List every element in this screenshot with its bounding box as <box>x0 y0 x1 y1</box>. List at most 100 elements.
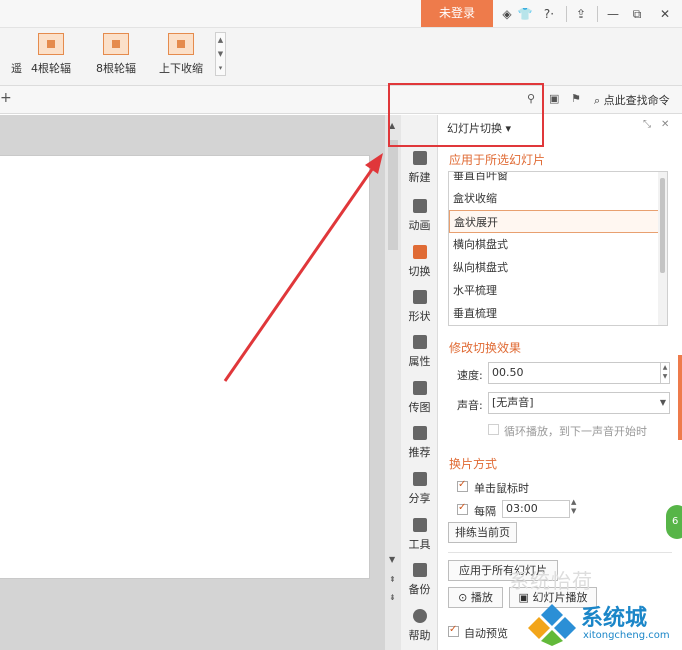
tab-help[interactable]: 帮助 <box>401 609 438 643</box>
flag-icon[interactable]: ⚑ <box>571 92 581 105</box>
tab-label: 分享 <box>408 492 431 505</box>
tab-label: 传图 <box>408 401 431 414</box>
green-badge[interactable]: 6 <box>666 505 682 539</box>
speed-label: 速度: <box>457 369 483 382</box>
tab-label: 切换 <box>408 265 431 278</box>
share-icon <box>412 472 427 486</box>
skin-icon[interactable]: ◈ <box>500 5 514 23</box>
shirt-icon[interactable]: 👕 <box>516 5 534 23</box>
list-item[interactable]: 水平梳理 <box>449 279 667 302</box>
tab-recommend[interactable]: 推荐 <box>401 426 438 460</box>
effect-4-spokes[interactable]: 4根轮辐 <box>20 33 82 76</box>
list-scroll-thumb[interactable] <box>660 178 665 273</box>
ribbon: 遥 4根轮辐 8根轮辐 上下收缩 ▲ ▼ ▾ <box>0 28 682 86</box>
search-icon: ⌕ <box>594 94 601 107</box>
on-click-checkbox[interactable] <box>457 479 468 492</box>
logo-icon <box>528 604 576 646</box>
list-item[interactable]: 纵向棋盘式 <box>449 256 667 279</box>
close-icon[interactable]: ✕ <box>658 5 672 23</box>
search-command[interactable]: ⌕ 点此查找命令 <box>594 92 670 108</box>
effect-label: 上下收缩 <box>159 62 203 75</box>
tab-new[interactable]: 新建 <box>401 151 438 185</box>
list-item[interactable]: 垂直梳理 <box>449 302 667 325</box>
every-checkbox[interactable] <box>457 502 468 515</box>
tab-label: 备份 <box>408 583 431 596</box>
scroll-down-icon[interactable]: ▼ <box>389 555 395 564</box>
close-icon[interactable]: ✕ <box>661 119 669 130</box>
logo-text: 系统城 <box>581 606 648 631</box>
tab-backup[interactable]: 备份 <box>401 563 438 597</box>
autopreview-checkbox[interactable] <box>448 624 459 637</box>
ribbon-scroll[interactable]: ▲ ▼ ▾ <box>215 32 226 76</box>
add-icon[interactable]: + <box>0 90 12 106</box>
animation-icon <box>412 199 427 213</box>
tab-label: 属性 <box>408 355 431 368</box>
sound-label: 声音: <box>457 399 483 412</box>
spokes-icon <box>38 33 64 55</box>
autopreview-label: 自动预览 <box>464 627 508 640</box>
collapse-icon[interactable]: ⤡ <box>643 119 651 130</box>
upload-image-icon <box>412 381 427 395</box>
list-item[interactable]: 横向棋盘式 <box>449 233 667 256</box>
tab-transition[interactable]: 切换 <box>401 245 438 279</box>
minimize-icon[interactable]: — <box>606 5 620 23</box>
rehearse-button[interactable]: 排练当前页 <box>448 522 517 543</box>
speed-spinner[interactable]: ▲ ▼ <box>660 363 669 383</box>
restore-icon[interactable]: ⧉ <box>630 5 644 23</box>
transition-list[interactable]: 垂直百叶窗 盒状收缩 盒状展开 横向棋盘式 纵向棋盘式 水平梳理 垂直梳理 <box>448 171 668 326</box>
effect-partial[interactable]: 遥 <box>0 33 22 76</box>
transition-icon <box>412 245 427 259</box>
effect-8-spokes[interactable]: 8根轮辐 <box>85 33 147 76</box>
tab-properties[interactable]: 属性 <box>401 335 438 369</box>
time-spinner[interactable]: ▲ ▼ <box>571 498 576 516</box>
page-up-icon[interactable]: ⇞ <box>389 575 396 584</box>
play-label: 播放 <box>470 591 493 604</box>
properties-icon <box>412 335 427 349</box>
every-time-value: 03:00 <box>506 502 538 515</box>
help-icon[interactable]: ?· <box>538 5 560 23</box>
tab-label: 工具 <box>408 538 431 551</box>
speed-input[interactable]: 00.50 ▲ ▼ <box>488 362 670 384</box>
tab-animation[interactable]: 动画 <box>401 199 438 233</box>
section-modify-title: 修改切换效果 <box>449 341 522 355</box>
vertical-scrollbar[interactable]: ▲ ▼ ⇞ ⇟ <box>385 115 401 650</box>
on-click-label: 单击鼠标时 <box>474 482 529 495</box>
effect-label: 4根轮辐 <box>31 62 71 75</box>
play-button[interactable]: ⊙ 播放 <box>448 587 503 608</box>
watermark: 系统怡荷 <box>509 569 593 593</box>
pin-icon[interactable]: ⚲ <box>527 92 535 105</box>
list-scrollbar[interactable] <box>658 172 667 325</box>
play-icon: ⊙ <box>458 591 468 604</box>
tab-label: 推荐 <box>408 446 431 459</box>
effect-shrink[interactable]: 上下收缩 <box>150 33 212 76</box>
loop-checkbox[interactable] <box>488 424 499 435</box>
list-item[interactable]: 盒状收缩 <box>449 187 667 210</box>
tab-label: 新建 <box>408 171 431 184</box>
page-down-icon[interactable]: ⇟ <box>389 593 396 602</box>
panel-edge-tab[interactable] <box>678 355 682 440</box>
every-time-input[interactable]: 03:00 <box>502 500 570 518</box>
effect-label: 8根轮辐 <box>96 62 136 75</box>
doc-icon[interactable]: ▣ <box>549 92 559 105</box>
chevron-down-icon: ▼ <box>659 398 666 407</box>
panel-title[interactable]: 幻灯片切换 ▾ <box>447 120 511 136</box>
site-logo: 系统城 xitongcheng.com <box>525 598 682 650</box>
separator <box>597 6 598 22</box>
tab-upload-image[interactable]: 传图 <box>401 381 438 415</box>
search-command-label: 点此查找命令 <box>603 94 670 107</box>
sound-select[interactable]: [无声音] ▼ <box>488 392 670 414</box>
toolbar-row: + ⚲ ▣ ⚑ ⌕ 点此查找命令 <box>0 86 682 114</box>
list-item-selected[interactable]: 盒状展开 <box>449 210 667 233</box>
spokes-icon <box>103 33 129 55</box>
tab-share[interactable]: 分享 <box>401 472 438 506</box>
list-item[interactable]: 垂直百叶窗 <box>449 172 667 187</box>
login-button[interactable]: 未登录 <box>421 0 493 27</box>
scroll-thumb[interactable] <box>388 140 398 250</box>
tab-tools[interactable]: 工具 <box>401 518 438 552</box>
upload-icon[interactable]: ⇪ <box>572 5 590 23</box>
every-label: 每隔 <box>474 505 496 518</box>
scroll-up-icon[interactable]: ▲ <box>389 121 395 130</box>
tab-shape[interactable]: 形状 <box>401 290 438 324</box>
help-icon <box>412 609 427 623</box>
slide[interactable] <box>0 155 370 579</box>
